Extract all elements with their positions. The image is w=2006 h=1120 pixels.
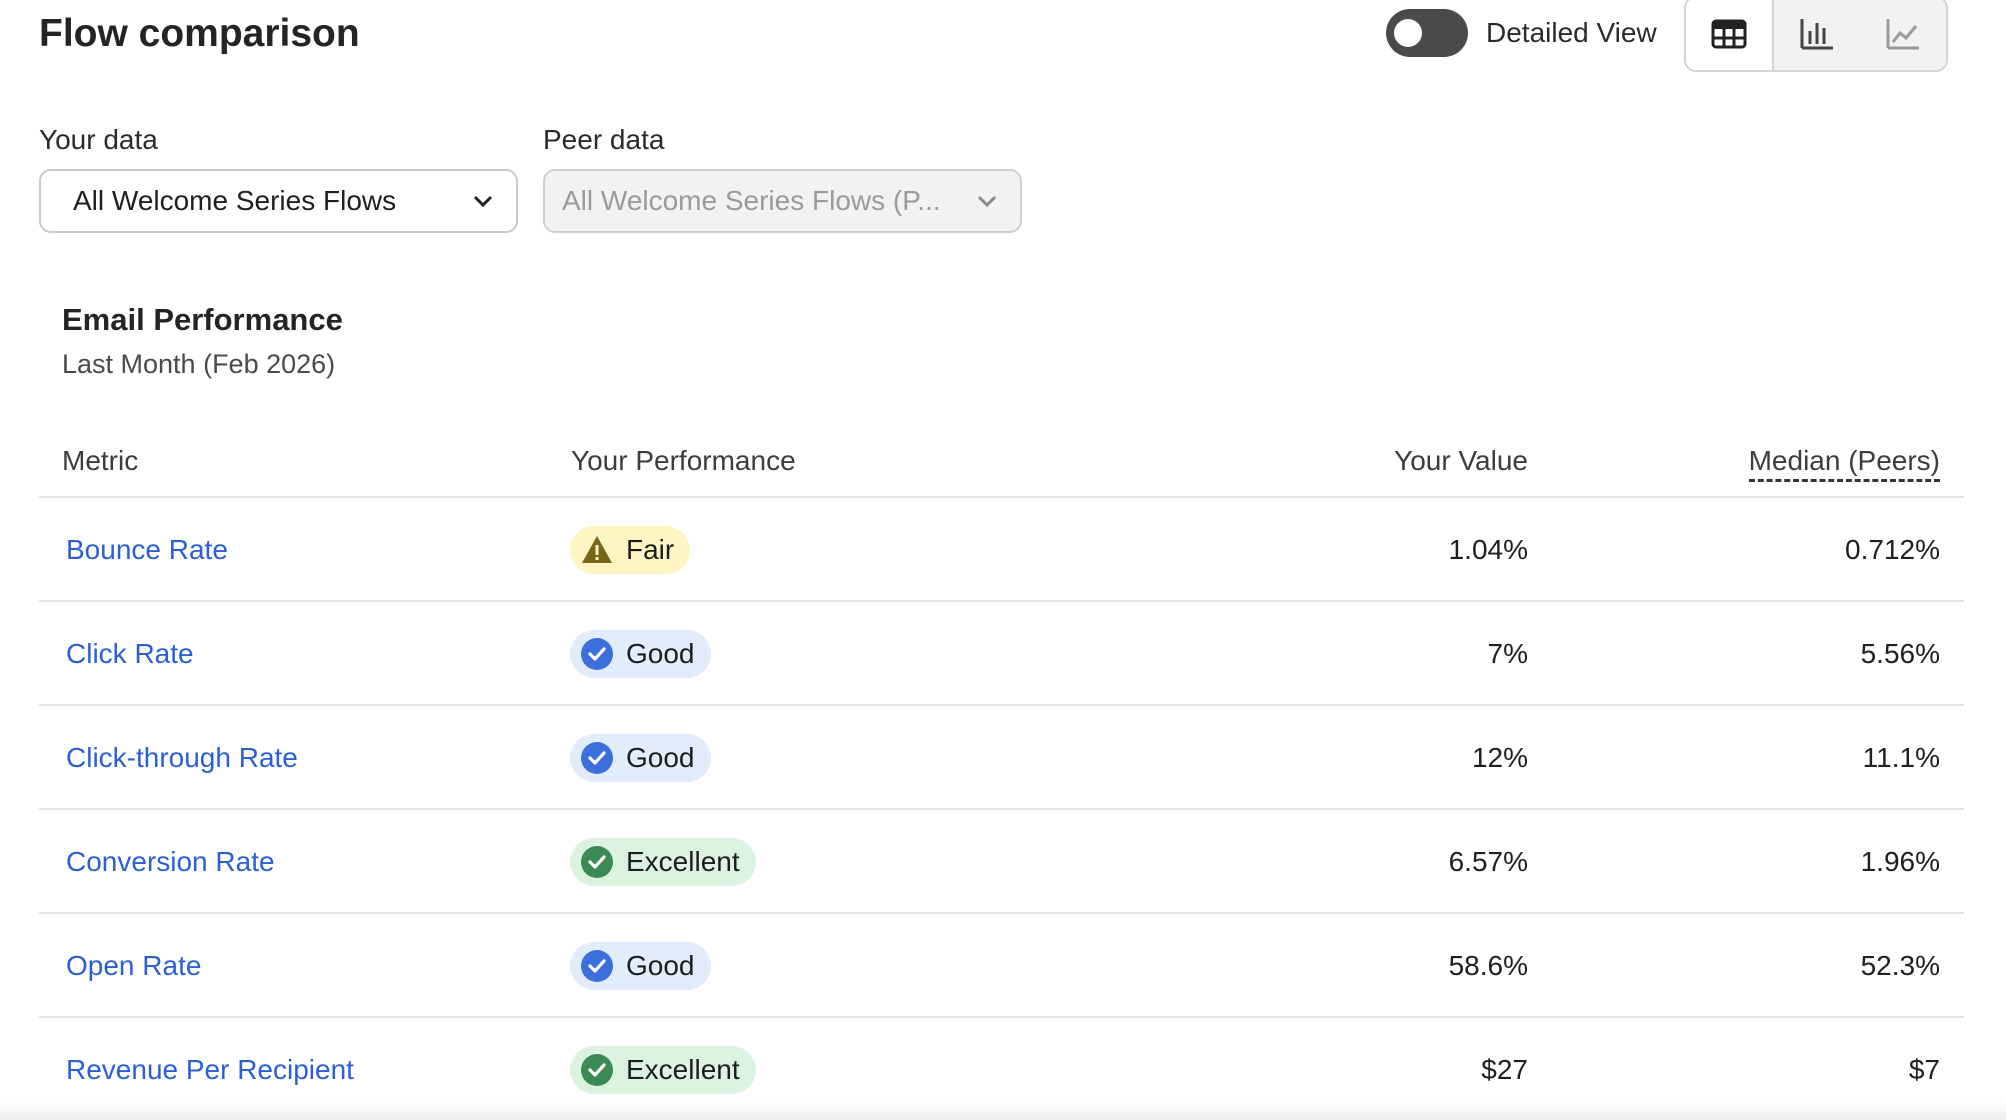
table-view-button[interactable] [1686,0,1774,70]
your-data-select[interactable]: All Welcome Series Flows [39,169,518,233]
header-performance: Your Performance [571,445,796,476]
performance-table: Metric Your Performance Your Value Media… [39,430,1964,1120]
your-value: 7% [1487,638,1528,669]
metric-link[interactable]: Click Rate [66,602,194,706]
median-peers-value: 0.712% [1845,534,1940,565]
your-data-label: Your data [39,124,158,155]
metric-link[interactable]: Click-through Rate [66,706,298,810]
performance-cell: Good [570,602,711,706]
median-peers-value: 1.96% [1860,846,1940,877]
detailed-view-label: Detailed View [1486,17,1657,48]
page-title: Flow comparison [39,12,360,55]
performance-cell: Excellent [570,810,756,914]
table-icon [1711,19,1747,49]
table-row: Click-through Rate Good 12% 11.1% [39,706,1964,810]
status-label: Excellent [626,846,740,877]
status-badge: Good [570,942,711,990]
your-value: 12% [1471,742,1528,773]
line-chart-view-button[interactable] [1860,0,1946,70]
header-your-value: Your Value [1394,445,1528,476]
table-row: Bounce Rate Fair 1.04% 0.712% [39,498,1964,602]
view-switcher [1684,0,1948,72]
peer-data-label: Peer data [543,124,665,155]
performance-cell: Good [570,914,711,1018]
status-badge: Fair [570,526,691,574]
status-badge: Excellent [570,1046,756,1094]
chevron-down-icon [977,195,997,208]
metric-link[interactable]: Open Rate [66,914,201,1018]
performance-cell: Good [570,706,711,810]
table-header: Metric Your Performance Your Value Media… [39,430,1964,498]
metric-link[interactable]: Bounce Rate [66,498,228,602]
check-circle-icon [580,741,614,775]
table-body: Bounce Rate Fair 1.04% 0.712% Click Rate… [39,498,1964,1120]
toggle-knob [1394,19,1422,47]
header-median-peers[interactable]: Median (Peers) [1748,445,1940,482]
median-peers-value: 5.56% [1860,638,1940,669]
table-row: Open Rate Good 58.6% 52.3% [39,914,1964,1018]
table-row: Conversion Rate Excellent 6.57% 1.96% [39,810,1964,914]
bar-chart-view-button[interactable] [1774,0,1860,70]
check-circle-icon [580,845,614,879]
performance-cell: Fair [570,498,691,602]
bar-chart-icon [1800,19,1833,50]
header-metric: Metric [62,445,139,476]
detailed-view-toggle[interactable] [1386,9,1468,57]
peer-data-select: All Welcome Series Flows (P... [543,169,1022,233]
your-data-value: All Welcome Series Flows [73,185,397,216]
status-label: Good [626,950,695,981]
status-badge: Good [570,630,711,678]
chevron-down-icon [473,195,493,208]
status-label: Good [626,742,695,773]
bottom-fade [0,1102,2006,1120]
check-circle-icon [580,949,614,983]
your-value: 1.04% [1448,534,1528,565]
peer-data-value: All Welcome Series Flows (P... [562,185,941,216]
metric-link[interactable]: Conversion Rate [66,810,275,914]
card-subtitle: Last Month (Feb 2026) [62,349,336,379]
warning-icon [580,533,614,567]
card-title: Email Performance [62,302,343,337]
check-circle-icon [580,637,614,671]
detailed-view-control: Detailed View [1386,9,1657,57]
table-row: Click Rate Good 7% 5.56% [39,602,1964,706]
line-chart-icon [1886,19,1919,50]
status-label: Fair [626,534,675,565]
flow-comparison-page: Flow comparison Detailed View Your data … [0,0,2006,1120]
your-value: 6.57% [1448,846,1528,877]
status-label: Good [626,638,695,669]
median-peers-value: 11.1% [1862,742,1940,773]
status-badge: Excellent [570,838,756,886]
your-value: 58.6% [1448,950,1528,981]
status-badge: Good [570,734,711,782]
median-peers-value: 52.3% [1860,950,1940,981]
status-label: Excellent [626,1054,740,1085]
check-circle-icon [580,1053,614,1087]
